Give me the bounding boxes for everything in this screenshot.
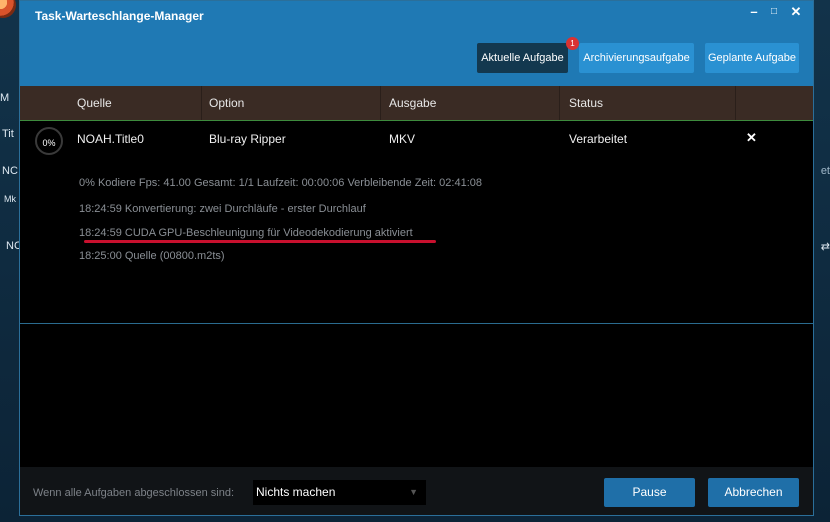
minimize-icon[interactable]: – xyxy=(747,4,761,19)
column-header-output: Ausgabe xyxy=(389,96,437,110)
log-line: 18:24:59 CUDA GPU-Beschleunigung für Vid… xyxy=(79,227,413,239)
source-cell: NOAH.Title0 xyxy=(77,132,144,146)
notification-badge: 1 xyxy=(566,37,579,50)
footer-bar: Wenn alle Aufgaben abgeschlossen sind: N… xyxy=(20,467,813,515)
bg-item-2: Tit xyxy=(2,128,14,140)
chevron-down-icon: ▼ xyxy=(409,487,418,497)
select-value: Nichts machen xyxy=(256,485,336,499)
tab-archive-task[interactable]: Archivierungsaufgabe xyxy=(579,43,694,73)
cancel-button[interactable]: Abbrechen xyxy=(708,478,799,507)
column-divider xyxy=(201,86,202,120)
bg-item-1: M xyxy=(0,92,10,104)
status-cell: Verarbeitet xyxy=(569,132,628,146)
bg-right-2: ⇄ xyxy=(820,241,830,253)
column-divider xyxy=(735,86,736,120)
column-header-source: Quelle xyxy=(77,96,112,110)
completion-action-select[interactable]: Nichts machen ▼ xyxy=(253,480,426,505)
bg-right-1: et xyxy=(820,165,830,177)
table-row[interactable]: 0% NOAH.Title0 Blu-ray Ripper MKV Verarb… xyxy=(20,121,813,324)
completion-action-label: Wenn alle Aufgaben abgeschlossen sind: xyxy=(33,487,234,499)
column-header-status: Status xyxy=(569,96,604,110)
option-cell: Blu-ray Ripper xyxy=(209,132,286,146)
pause-button[interactable]: Pause xyxy=(604,478,695,507)
task-queue-dialog: Task-Warteschlange-Manager – □ ✕ Aktuell… xyxy=(19,0,814,516)
app-logo-icon xyxy=(0,0,16,18)
queue-empty-area xyxy=(20,324,813,467)
log-line: 18:25:00 Quelle (00800.m2ts) xyxy=(79,250,225,262)
close-icon[interactable]: ✕ xyxy=(789,4,803,20)
bg-item-4: Mk xyxy=(4,194,16,204)
tab-scheduled-task[interactable]: Geplante Aufgabe xyxy=(705,43,799,73)
titlebar: Task-Warteschlange-Manager – □ ✕ Aktuell… xyxy=(20,1,813,86)
column-header-option: Option xyxy=(209,96,245,110)
bg-item-3: NC xyxy=(2,165,18,177)
table-header: Quelle Option Ausgabe Status xyxy=(20,86,813,121)
tab-current-task[interactable]: Aktuelle Aufgabe xyxy=(477,43,568,73)
column-divider xyxy=(380,86,381,120)
progress-indicator: 0% xyxy=(35,127,63,155)
log-line: 0% Kodiere Fps: 41.00 Gesamt: 1/1 Laufze… xyxy=(79,177,482,189)
output-cell: MKV xyxy=(389,132,416,146)
log-line: 18:24:59 Konvertierung: zwei Durchläufe … xyxy=(79,203,366,215)
column-divider xyxy=(559,86,560,120)
window-title: Task-Warteschlange-Manager xyxy=(35,9,204,23)
remove-task-icon[interactable]: ✕ xyxy=(746,130,757,146)
highlight-underline xyxy=(84,240,436,243)
maximize-icon[interactable]: □ xyxy=(767,6,781,17)
